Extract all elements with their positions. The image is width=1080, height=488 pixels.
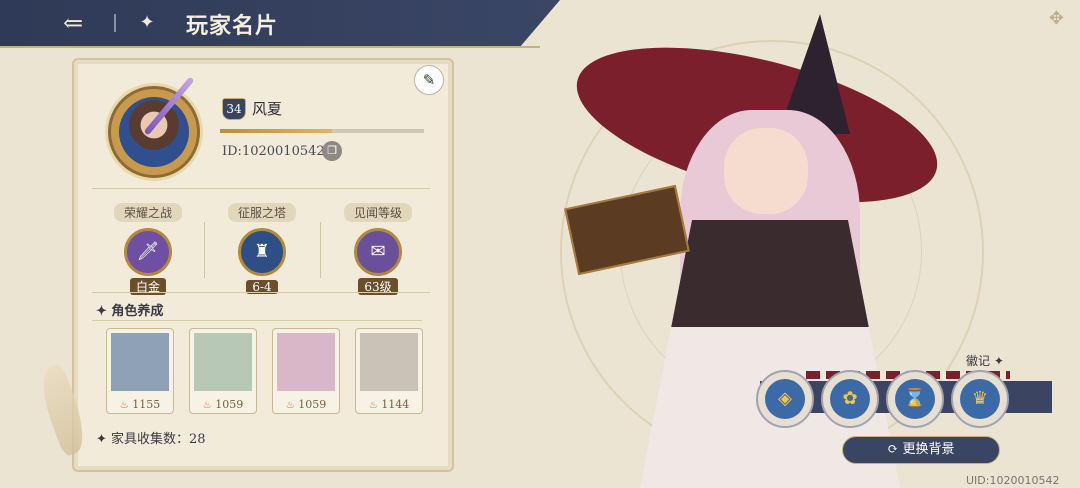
- character-portrait: [360, 333, 418, 391]
- badges-label: 徽记 ✦: [966, 354, 1004, 368]
- character-power-value: 1155: [132, 398, 161, 411]
- character-card[interactable]: ♨ 1059: [272, 328, 340, 414]
- header-underline: [0, 46, 540, 48]
- character-power: ♨ 1144: [356, 398, 422, 411]
- badge-slot[interactable]: ⌛: [886, 370, 944, 428]
- character-power-value: 1144: [381, 398, 410, 411]
- badge-emblem-icon: ◈: [765, 379, 805, 419]
- divider: [92, 292, 430, 293]
- character-portrait: [277, 333, 335, 391]
- copy-icon[interactable]: ❐: [322, 141, 342, 161]
- character-card[interactable]: ♨ 1059: [189, 328, 257, 414]
- sword-medal-icon: 🗡: [124, 228, 172, 276]
- change-background-label: 更换背景: [902, 442, 955, 457]
- stat-glory-battle[interactable]: 荣耀之战 🗡 白金: [98, 202, 198, 295]
- badge-emblem-icon: ♛: [960, 379, 1000, 419]
- corner-ornament-icon: ✥: [1048, 8, 1064, 29]
- stat-knowledge-level[interactable]: 见闻等级 ✉ 63级: [328, 202, 428, 295]
- character-card[interactable]: ♨ 1144: [355, 328, 423, 414]
- grid-icon[interactable]: ✦: [136, 12, 158, 34]
- character-power-value: 1059: [215, 398, 244, 411]
- uid-label: UID:1020010542: [966, 474, 1060, 487]
- character-power: ♨ 1059: [273, 398, 339, 411]
- stat-separator: [204, 222, 205, 278]
- stat-label: 见闻等级: [343, 203, 412, 222]
- flame-icon: ♨: [368, 400, 378, 411]
- refresh-icon: ⟳: [887, 442, 899, 457]
- exp-bar: [220, 129, 424, 133]
- flame-icon: ♨: [202, 400, 212, 411]
- flame-icon: ♨: [119, 400, 129, 411]
- character-power: ♨ 1059: [190, 398, 256, 411]
- furniture-count: ✦ 家具收集数：28: [96, 432, 206, 447]
- character-power: ♨ 1155: [107, 398, 173, 411]
- change-background-button[interactable]: ⟳ 更换背景: [842, 436, 1000, 464]
- player-name: 风夏: [252, 100, 283, 118]
- badge-emblem-icon: ✿: [830, 379, 870, 419]
- flame-icon: ♨: [285, 400, 295, 411]
- divider: [92, 320, 422, 321]
- character-card[interactable]: ♨ 1155: [106, 328, 174, 414]
- exp-bar-fill: [220, 129, 333, 133]
- tower-medal-icon: ♜: [238, 228, 286, 276]
- stat-label: 荣耀之战: [113, 203, 182, 222]
- badge-slot[interactable]: ♛: [951, 370, 1009, 428]
- player-id: ID:1020010542: [222, 144, 325, 159]
- character-portrait: [194, 333, 252, 391]
- header-separator: [114, 14, 116, 32]
- character-portrait: [111, 333, 169, 391]
- badge-slot[interactable]: ✿: [821, 370, 879, 428]
- characters-section-label: 角色养成: [111, 304, 164, 319]
- divider: [92, 188, 430, 189]
- character-illustration-face: [724, 128, 808, 214]
- furniture-count-text: 家具收集数：28: [111, 432, 206, 447]
- scroll-medal-icon: ✉: [354, 228, 402, 276]
- back-arrow-icon[interactable]: ⇐: [58, 10, 88, 36]
- stat-label: 征服之塔: [227, 203, 296, 222]
- badges-label-text: 徽记: [966, 354, 991, 368]
- stat-separator: [320, 222, 321, 278]
- characters-section-title: ✦ 角色养成: [96, 304, 164, 319]
- avatar[interactable]: [108, 86, 200, 178]
- page-title: 玩家名片: [186, 13, 279, 39]
- avatar-portrait: [119, 97, 189, 167]
- hourglass-icon: ⌛: [895, 379, 935, 419]
- badge-slot[interactable]: ◈: [756, 370, 814, 428]
- edit-icon[interactable]: ✎: [414, 65, 444, 95]
- level-badge: 34: [222, 98, 246, 120]
- stat-conquest-tower[interactable]: 征服之塔 ♜ 6-4: [212, 202, 312, 294]
- character-power-value: 1059: [298, 398, 327, 411]
